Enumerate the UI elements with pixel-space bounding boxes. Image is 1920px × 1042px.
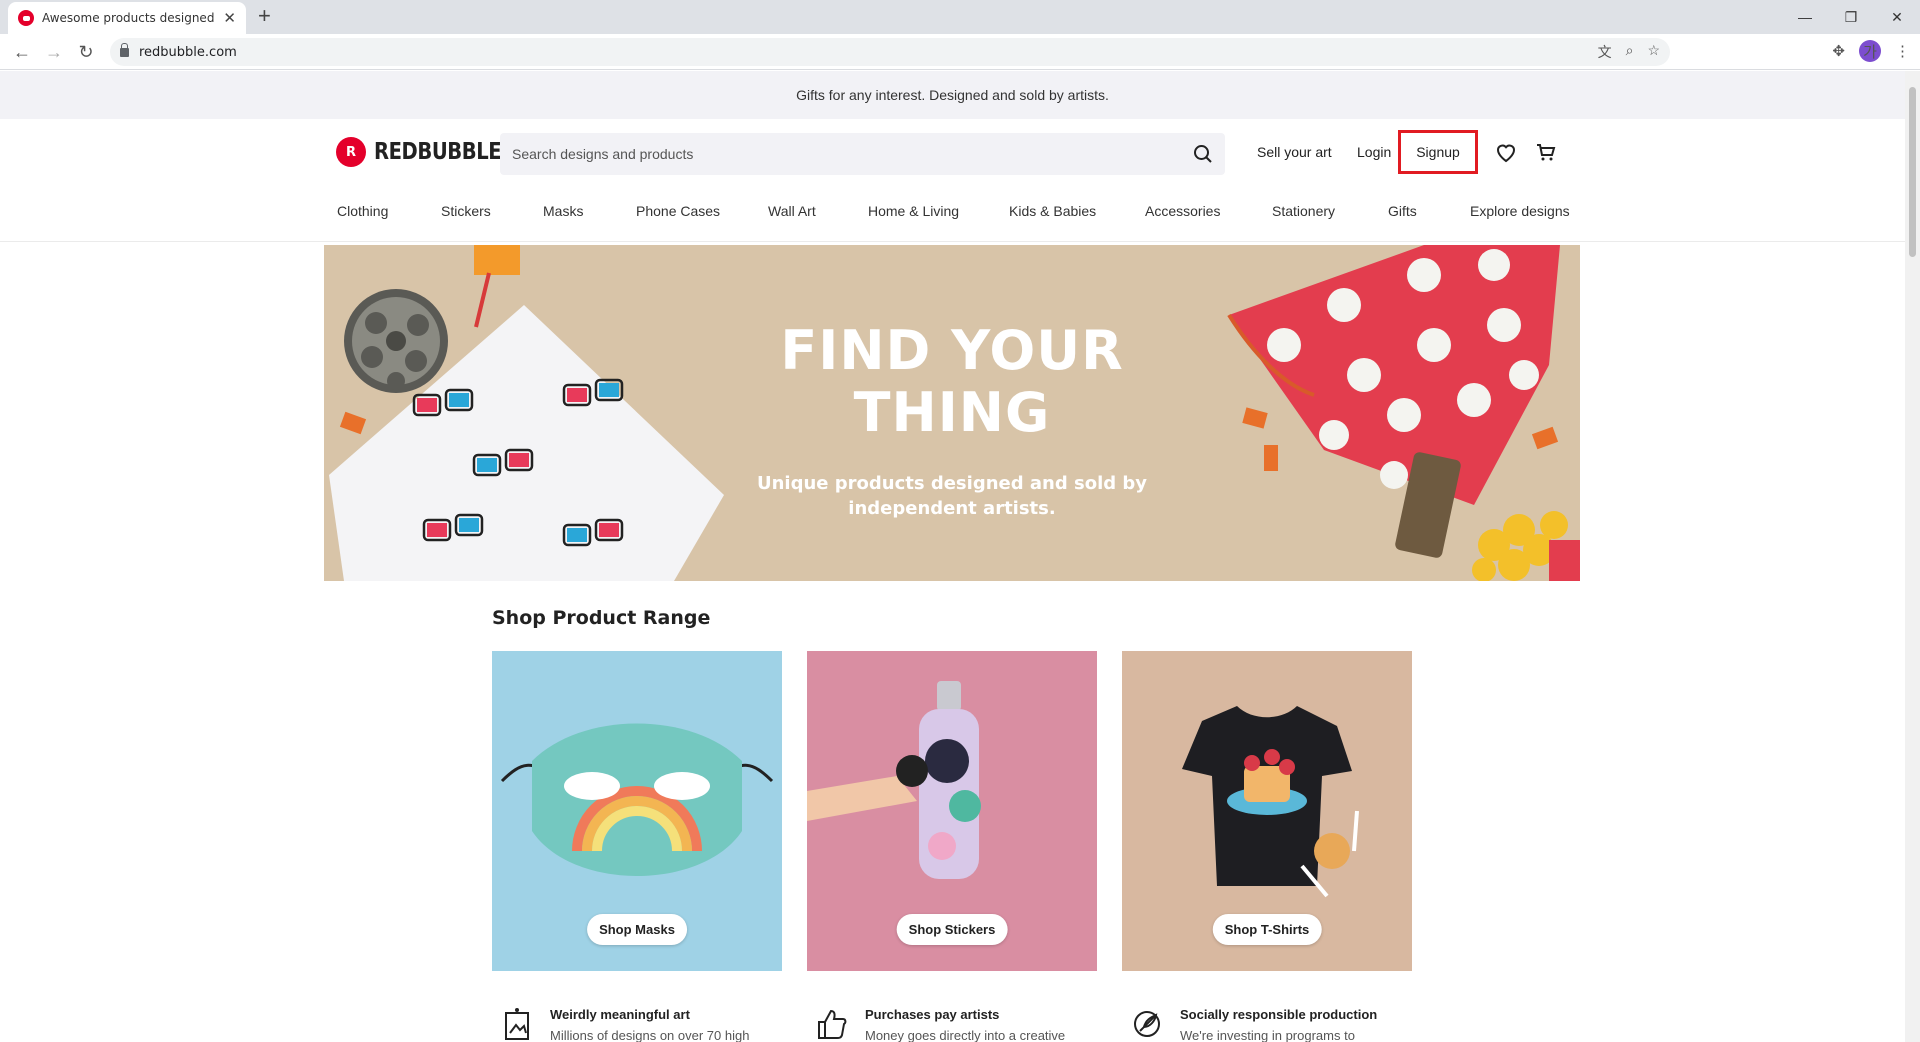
search-input[interactable] [512,146,1193,162]
url-text: redbubble.com [139,44,237,60]
tab-close-icon[interactable]: ✕ [223,9,236,27]
nav-explore-designs[interactable]: Explore designs [1470,203,1570,219]
feature-title: Socially responsible production [1180,1007,1378,1022]
feature-art: Weirdly meaningful art Millions of desig… [500,1007,749,1042]
lock-icon [120,42,129,57]
login-link[interactable]: Login [1357,144,1391,160]
extensions-icon[interactable]: ✥ [1832,42,1845,60]
scrollbar-thumb[interactable] [1909,87,1916,257]
shop-masks-button[interactable]: Shop Masks [587,914,687,945]
nav-home-living[interactable]: Home & Living [868,203,959,219]
menu-kebab-icon[interactable]: ⋮ [1895,42,1910,60]
feature-title: Purchases pay artists [865,1007,1000,1022]
redbubble-favicon-icon [18,10,34,26]
sell-your-art-link[interactable]: Sell your art [1257,144,1332,160]
hero-title: FIND YOUR THING [780,319,1124,444]
back-icon[interactable]: ← [10,40,34,64]
nav-accessories[interactable]: Accessories [1145,203,1220,219]
nav-masks[interactable]: Masks [543,203,583,219]
category-nav: Clothing Stickers Masks Phone Cases Wall… [0,191,1905,242]
product-card-stickers[interactable]: Shop Stickers [807,651,1097,971]
section-title: Shop Product Range [492,607,711,629]
tab-title: Awesome products designed by [42,11,218,25]
feature-title: Weirdly meaningful art [550,1007,690,1022]
feature-desc: Millions of designs on over 70 high [550,1028,750,1042]
heart-icon[interactable] [1494,140,1518,164]
new-tab-icon[interactable]: + [258,4,271,28]
art-frame-icon [505,1008,529,1040]
feature-desc: Money goes directly into a creative [865,1028,1066,1042]
shop-stickers-button[interactable]: Shop Stickers [896,914,1008,945]
restore-icon[interactable]: ❐ [1828,0,1874,34]
browser-toolbar: ← → ↻ redbubble.com 文 ⌕ ☆ ✥ 가 ⋮ [0,34,1920,70]
nav-stationery[interactable]: Stationery [1272,203,1335,219]
search-bar [500,133,1225,175]
nav-kids-babies[interactable]: Kids & Babies [1009,203,1096,219]
feature-desc: We're investing in programs to [1180,1028,1355,1042]
browser-tab-bar: Awesome products designed by ✕ + — ❐ ✕ [0,0,1920,34]
nav-clothing[interactable]: Clothing [337,203,388,219]
page-scrollbar[interactable] [1905,71,1920,1042]
hero-subtitle: Unique products designed and sold by ind… [756,473,1148,519]
browser-tab[interactable]: Awesome products designed by ✕ [8,2,246,34]
translate-icon[interactable]: 文 [1598,42,1612,62]
hero-banner[interactable]: FIND YOUR THING Unique products designed… [324,245,1580,581]
close-window-icon[interactable]: ✕ [1874,0,1920,34]
signup-link[interactable]: Signup [1398,130,1478,174]
window-controls: — ❐ ✕ [1782,0,1920,34]
product-card-masks[interactable]: Shop Masks [492,651,782,971]
nav-gifts[interactable]: Gifts [1388,203,1417,219]
minimize-icon[interactable]: — [1782,0,1828,34]
reload-icon[interactable]: ↻ [74,40,98,64]
bookmark-star-icon[interactable]: ☆ [1647,42,1660,62]
cart-icon[interactable] [1534,140,1558,164]
announcement-bar: Gifts for any interest. Designed and sol… [0,71,1905,119]
feature-pay-artists: Purchases pay artists Money goes directl… [815,1007,1065,1042]
product-card-tshirts[interactable]: Shop T-Shirts [1122,651,1412,971]
zoom-icon[interactable]: ⌕ [1626,42,1634,62]
logo-text: REDBUBBLE [374,139,502,165]
site-header: R REDBUBBLE Sell your art Login Signup [0,119,1905,191]
nav-stickers[interactable]: Stickers [441,203,491,219]
address-bar[interactable]: redbubble.com 文 ⌕ ☆ [110,38,1670,66]
thumbs-up-icon [818,1009,847,1039]
page: Gifts for any interest. Designed and sol… [0,71,1905,1042]
feature-responsible: Socially responsible production We're in… [1130,1007,1377,1042]
redbubble-logo[interactable]: R REDBUBBLE [336,137,524,167]
forward-icon[interactable]: → [42,40,66,64]
search-icon[interactable] [1193,144,1213,164]
nav-wall-art[interactable]: Wall Art [768,203,816,219]
shop-tshirts-button[interactable]: Shop T-Shirts [1212,914,1322,945]
profile-avatar[interactable]: 가 [1859,40,1881,62]
nav-phone-cases[interactable]: Phone Cases [636,203,720,219]
leaf-icon [1134,1011,1160,1037]
redbubble-logo-icon: R [336,137,366,167]
